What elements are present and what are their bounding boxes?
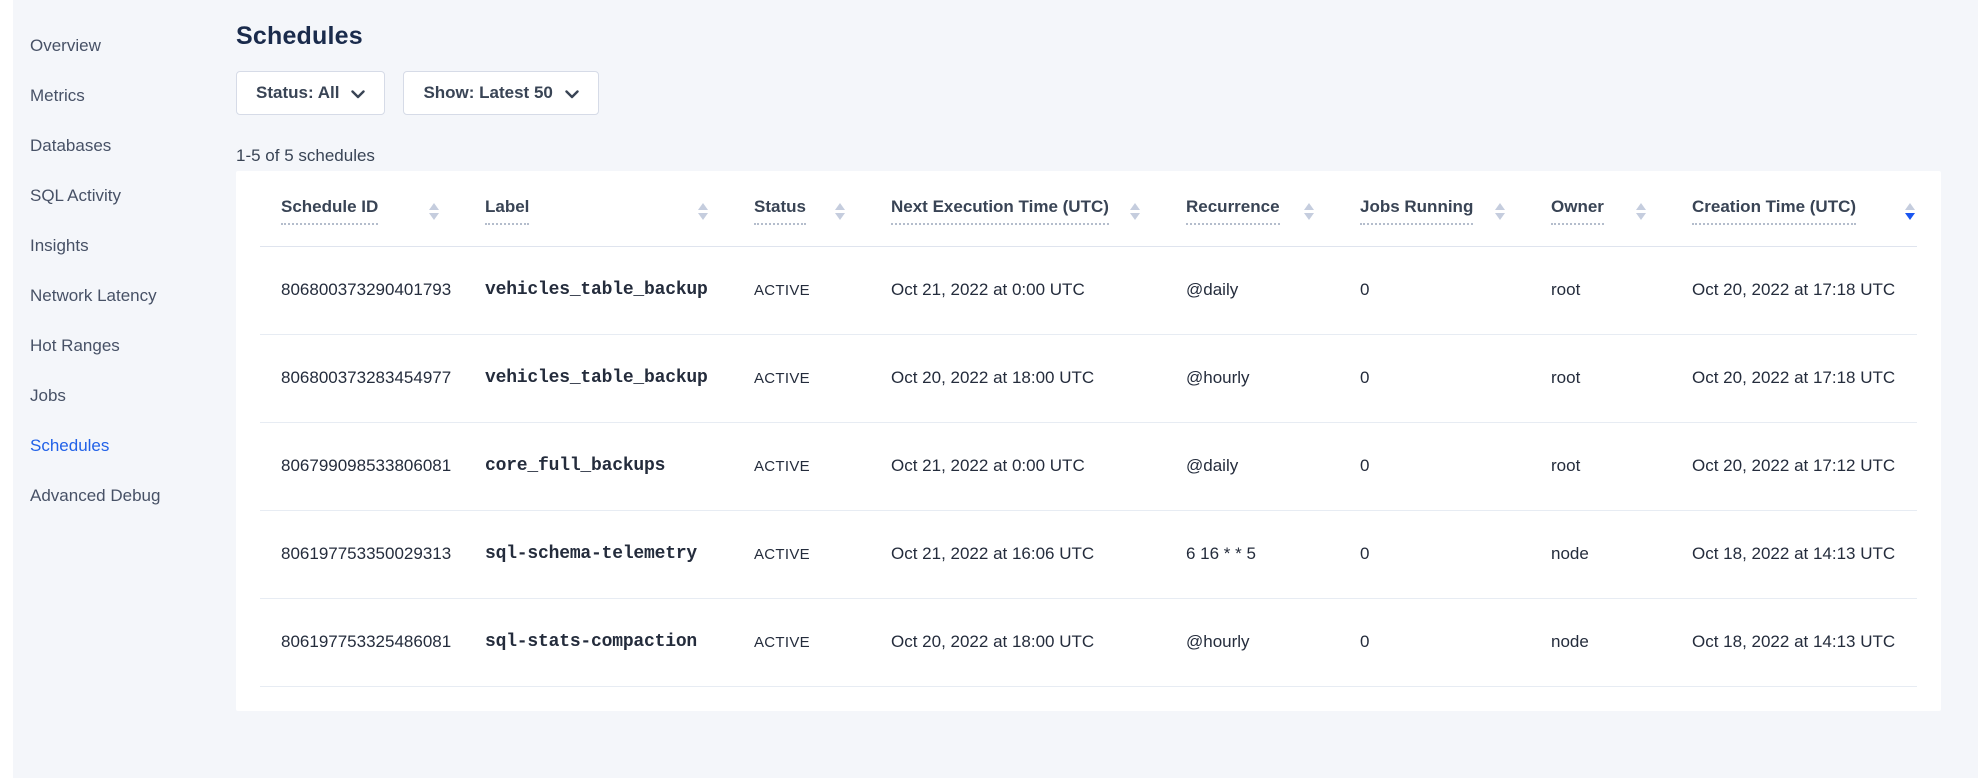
cell-jobs-running: 0 (1360, 246, 1551, 334)
sidebar-item-metrics[interactable]: Metrics (13, 71, 236, 121)
column-label: Status (754, 197, 806, 225)
table-row: 806800373290401793vehicles_table_backupA… (260, 246, 1917, 334)
column-label: Owner (1551, 197, 1604, 225)
sort-icon (429, 203, 439, 220)
cell-schedule-id: 806800373283454977 (260, 334, 485, 422)
cell-recurrence: @hourly (1186, 598, 1360, 686)
schedules-table-card: Schedule ID Label Status Next Execution Tim… (236, 171, 1941, 711)
sort-icon (698, 203, 708, 220)
cell-jobs-running: 0 (1360, 598, 1551, 686)
cell-label: sql-stats-compaction (485, 598, 754, 686)
cell-owner: node (1551, 598, 1692, 686)
cell-jobs-running: 0 (1360, 334, 1551, 422)
sort-icon (1304, 203, 1314, 220)
main-content: Schedules Status: All Show: Latest 50 1-… (236, 0, 1978, 778)
cell-status: ACTIVE (754, 422, 891, 510)
sort-icon (1636, 203, 1646, 220)
cell-creation-time-utc: Oct 20, 2022 at 17:18 UTC (1692, 334, 1917, 422)
chevron-down-icon (351, 84, 365, 104)
cell-recurrence: 6 16 * * 5 (1186, 510, 1360, 598)
column-label: Schedule ID (281, 197, 378, 225)
cell-next-execution-time-utc: Oct 21, 2022 at 0:00 UTC (891, 422, 1186, 510)
cell-label: vehicles_table_backup (485, 334, 754, 422)
sidebar-item-overview[interactable]: Overview (13, 21, 236, 71)
status-filter-dropdown[interactable]: Status: All (236, 71, 385, 115)
cell-label: vehicles_table_backup (485, 246, 754, 334)
column-header-creation-time-utc[interactable]: Creation Time (UTC) (1692, 171, 1917, 246)
cell-status: ACTIVE (754, 246, 891, 334)
sidebar-item-insights[interactable]: Insights (13, 221, 236, 271)
cell-recurrence: @daily (1186, 246, 1360, 334)
cell-label: sql-schema-telemetry (485, 510, 754, 598)
column-label: Jobs Running (1360, 197, 1473, 225)
column-header-jobs-running[interactable]: Jobs Running (1360, 171, 1551, 246)
cell-next-execution-time-utc: Oct 20, 2022 at 18:00 UTC (891, 334, 1186, 422)
cell-label: core_full_backups (485, 422, 754, 510)
cell-schedule-id: 806799098533806081 (260, 422, 485, 510)
sort-icon (835, 203, 845, 220)
sidebar-item-hot-ranges[interactable]: Hot Ranges (13, 321, 236, 371)
column-header-status[interactable]: Status (754, 171, 891, 246)
app-window: OverviewMetricsDatabasesSQL ActivityInsi… (0, 0, 1978, 778)
cell-recurrence: @hourly (1186, 334, 1360, 422)
table-row: 806197753325486081sql-stats-compactionAC… (260, 598, 1917, 686)
cell-jobs-running: 0 (1360, 422, 1551, 510)
cell-creation-time-utc: Oct 18, 2022 at 14:13 UTC (1692, 598, 1917, 686)
cell-creation-time-utc: Oct 18, 2022 at 14:13 UTC (1692, 510, 1917, 598)
column-label: Creation Time (UTC) (1692, 197, 1856, 225)
sidebar-item-databases[interactable]: Databases (13, 121, 236, 171)
column-label: Recurrence (1186, 197, 1280, 225)
cell-schedule-id: 806800373290401793 (260, 246, 485, 334)
column-header-recurrence[interactable]: Recurrence (1186, 171, 1360, 246)
table-row: 806799098533806081core_full_backupsACTIV… (260, 422, 1917, 510)
table-row: 806800373283454977vehicles_table_backupA… (260, 334, 1917, 422)
column-header-schedule-id[interactable]: Schedule ID (260, 171, 485, 246)
table-row: 806197753350029313sql-schema-telemetryAC… (260, 510, 1917, 598)
sidebar-item-jobs[interactable]: Jobs (13, 371, 236, 421)
cell-status: ACTIVE (754, 598, 891, 686)
schedules-table: Schedule ID Label Status Next Execution Tim… (260, 171, 1917, 687)
results-count: 1-5 of 5 schedules (236, 146, 1941, 166)
sort-icon (1495, 203, 1505, 220)
cell-owner: node (1551, 510, 1692, 598)
left-gutter (0, 0, 13, 778)
column-header-label[interactable]: Label (485, 171, 754, 246)
show-filter-label: Show: Latest 50 (423, 83, 552, 103)
cell-creation-time-utc: Oct 20, 2022 at 17:18 UTC (1692, 246, 1917, 334)
sidebar-item-schedules[interactable]: Schedules (13, 421, 236, 471)
sidebar-item-advanced-debug[interactable]: Advanced Debug (13, 471, 236, 521)
cell-schedule-id: 806197753325486081 (260, 598, 485, 686)
sidebar: OverviewMetricsDatabasesSQL ActivityInsi… (13, 0, 236, 778)
cell-owner: root (1551, 334, 1692, 422)
filter-bar: Status: All Show: Latest 50 (236, 71, 1941, 115)
cell-next-execution-time-utc: Oct 20, 2022 at 18:00 UTC (891, 598, 1186, 686)
sidebar-item-sql-activity[interactable]: SQL Activity (13, 171, 236, 221)
sort-icon (1130, 203, 1140, 220)
column-header-next-execution-time-utc[interactable]: Next Execution Time (UTC) (891, 171, 1186, 246)
column-header-owner[interactable]: Owner (1551, 171, 1692, 246)
cell-jobs-running: 0 (1360, 510, 1551, 598)
cell-owner: root (1551, 422, 1692, 510)
cell-recurrence: @daily (1186, 422, 1360, 510)
page-title: Schedules (236, 0, 1941, 51)
page: OverviewMetricsDatabasesSQL ActivityInsi… (13, 0, 1978, 778)
cell-status: ACTIVE (754, 510, 891, 598)
sidebar-nav: OverviewMetricsDatabasesSQL ActivityInsi… (13, 21, 236, 521)
chevron-down-icon (565, 84, 579, 104)
table-header-row: Schedule ID Label Status Next Execution Tim… (260, 171, 1917, 246)
cell-next-execution-time-utc: Oct 21, 2022 at 0:00 UTC (891, 246, 1186, 334)
column-label: Next Execution Time (UTC) (891, 197, 1109, 225)
cell-creation-time-utc: Oct 20, 2022 at 17:12 UTC (1692, 422, 1917, 510)
cell-schedule-id: 806197753350029313 (260, 510, 485, 598)
status-filter-label: Status: All (256, 83, 339, 103)
cell-next-execution-time-utc: Oct 21, 2022 at 16:06 UTC (891, 510, 1186, 598)
show-filter-dropdown[interactable]: Show: Latest 50 (403, 71, 598, 115)
cell-owner: root (1551, 246, 1692, 334)
sort-icon (1905, 203, 1915, 220)
cell-status: ACTIVE (754, 334, 891, 422)
column-label: Label (485, 197, 529, 225)
sidebar-item-network-latency[interactable]: Network Latency (13, 271, 236, 321)
